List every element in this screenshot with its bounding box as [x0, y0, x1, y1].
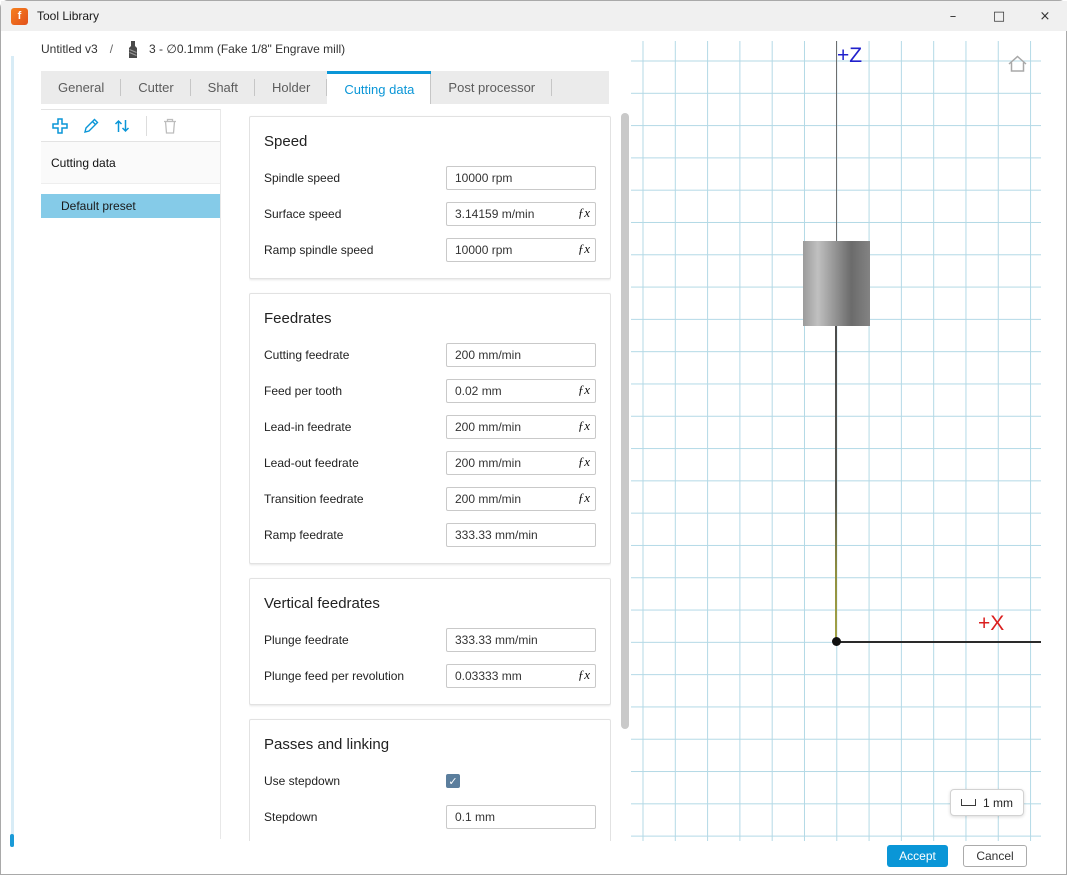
preset-sidebar: Cutting data Default preset [41, 109, 221, 839]
fx-icon[interactable]: ƒx [578, 454, 590, 470]
lead-out-feedrate-input[interactable] [446, 451, 596, 475]
field-label: Use stepdown [264, 774, 340, 788]
preset-list-header: Cutting data [41, 142, 220, 184]
transition-feedrate-input[interactable] [446, 487, 596, 511]
tab-cutting-data[interactable]: Cutting data [327, 71, 431, 104]
plunge-feedrate-input[interactable] [446, 628, 596, 652]
section-title: Feedrates [264, 310, 596, 327]
x-axis-line [837, 641, 1041, 643]
cutting-feedrate-input[interactable] [446, 343, 596, 367]
delete-preset-icon[interactable] [162, 117, 178, 135]
section-speed: Speed Spindle speed Surface speed ƒx Ram… [249, 116, 611, 279]
feed-per-tooth-input[interactable] [446, 379, 596, 403]
field-label: Spindle speed [264, 171, 340, 185]
form-scrollbar[interactable] [621, 113, 629, 729]
add-preset-icon[interactable] [51, 117, 69, 135]
scale-bracket-icon [961, 799, 976, 806]
plunge-feed-per-rev-input[interactable] [446, 664, 596, 688]
check-icon: ✓ [448, 775, 457, 788]
stepdown-input[interactable] [446, 805, 596, 829]
field-label: Lead-in feedrate [264, 420, 351, 434]
breadcrumb-separator: / [110, 42, 113, 56]
breadcrumb-tool-name: 3 - ∅0.1mm (Fake 1/8" Engrave mill) [149, 42, 345, 56]
tab-general[interactable]: General [41, 71, 121, 104]
field-label: Stepdown [264, 810, 317, 824]
field-label: Plunge feedrate [264, 633, 349, 647]
field-label: Transition feedrate [264, 492, 364, 506]
breadcrumb: Untitled v3 / 3 - ∅0.1mm (Fake 1/8" Engr… [41, 39, 345, 59]
toolbar-divider [146, 116, 147, 136]
tab-holder[interactable]: Holder [255, 71, 327, 104]
window-title: Tool Library [37, 9, 99, 23]
accept-button[interactable]: Accept [887, 845, 948, 867]
titlebar: f Tool Library – □ × [1, 1, 1067, 31]
tab-post-processor[interactable]: Post processor [431, 71, 552, 104]
fx-icon[interactable]: ƒx [578, 382, 590, 398]
z-axis-label: +Z [837, 44, 862, 68]
tool-cutter-tip [835, 326, 837, 642]
x-axis-label: +X [978, 612, 1004, 636]
section-title: Vertical feedrates [264, 595, 596, 612]
field-label: Ramp spindle speed [264, 243, 373, 257]
field-label: Plunge feed per revolution [264, 669, 404, 683]
fx-icon[interactable]: ƒx [578, 490, 590, 506]
tab-bar: General Cutter Shaft Holder Cutting data… [41, 71, 609, 104]
end-mill-icon [127, 41, 139, 58]
maximize-button[interactable]: □ [976, 1, 1022, 31]
scale-indicator: 1 mm [950, 789, 1024, 816]
ramp-spindle-speed-input[interactable] [446, 238, 596, 262]
tab-shaft[interactable]: Shaft [191, 71, 255, 104]
section-feedrates: Feedrates Cutting feedrate Feed per toot… [249, 293, 611, 564]
minimize-button[interactable]: – [930, 1, 976, 31]
tool-tip-point [832, 637, 841, 646]
field-label: Feed per tooth [264, 384, 342, 398]
fx-icon[interactable]: ƒx [578, 241, 590, 257]
cutting-data-form: Speed Spindle speed Surface speed ƒx Ram… [249, 109, 611, 841]
lead-in-feedrate-input[interactable] [446, 415, 596, 439]
dialog-left-scroll-track [11, 56, 14, 847]
dialog-left-scroll-thumb[interactable] [10, 834, 14, 847]
fx-icon[interactable]: ƒx [578, 667, 590, 683]
tab-cutter[interactable]: Cutter [121, 71, 190, 104]
fx-icon[interactable]: ƒx [578, 205, 590, 221]
scale-label: 1 mm [983, 796, 1013, 810]
tool-preview-viewport[interactable]: +Z +X 1 mm [631, 41, 1041, 841]
spindle-speed-input[interactable] [446, 166, 596, 190]
field-label: Cutting feedrate [264, 348, 349, 362]
surface-speed-input[interactable] [446, 202, 596, 226]
home-view-icon[interactable] [1006, 54, 1029, 77]
preset-item-default[interactable]: Default preset [41, 194, 220, 218]
preset-toolbar [41, 109, 220, 142]
section-vertical-feedrates: Vertical feedrates Plunge feedrate Plung… [249, 578, 611, 705]
breadcrumb-document[interactable]: Untitled v3 [41, 42, 98, 56]
close-button[interactable]: × [1022, 1, 1067, 31]
use-stepdown-checkbox[interactable]: ✓ [446, 774, 460, 788]
fusion-logo-icon: f [11, 8, 28, 25]
tool-shank [803, 241, 870, 326]
reorder-presets-icon[interactable] [113, 117, 131, 135]
ramp-feedrate-input[interactable] [446, 523, 596, 547]
section-title: Speed [264, 133, 596, 150]
field-label: Ramp feedrate [264, 528, 343, 542]
field-label: Lead-out feedrate [264, 456, 359, 470]
edit-preset-icon[interactable] [82, 117, 100, 135]
section-passes-linking: Passes and linking Use stepdown ✓ Stepdo… [249, 719, 611, 841]
section-title: Passes and linking [264, 736, 596, 753]
cancel-button[interactable]: Cancel [963, 845, 1027, 867]
fx-icon[interactable]: ƒx [578, 418, 590, 434]
field-label: Surface speed [264, 207, 341, 221]
